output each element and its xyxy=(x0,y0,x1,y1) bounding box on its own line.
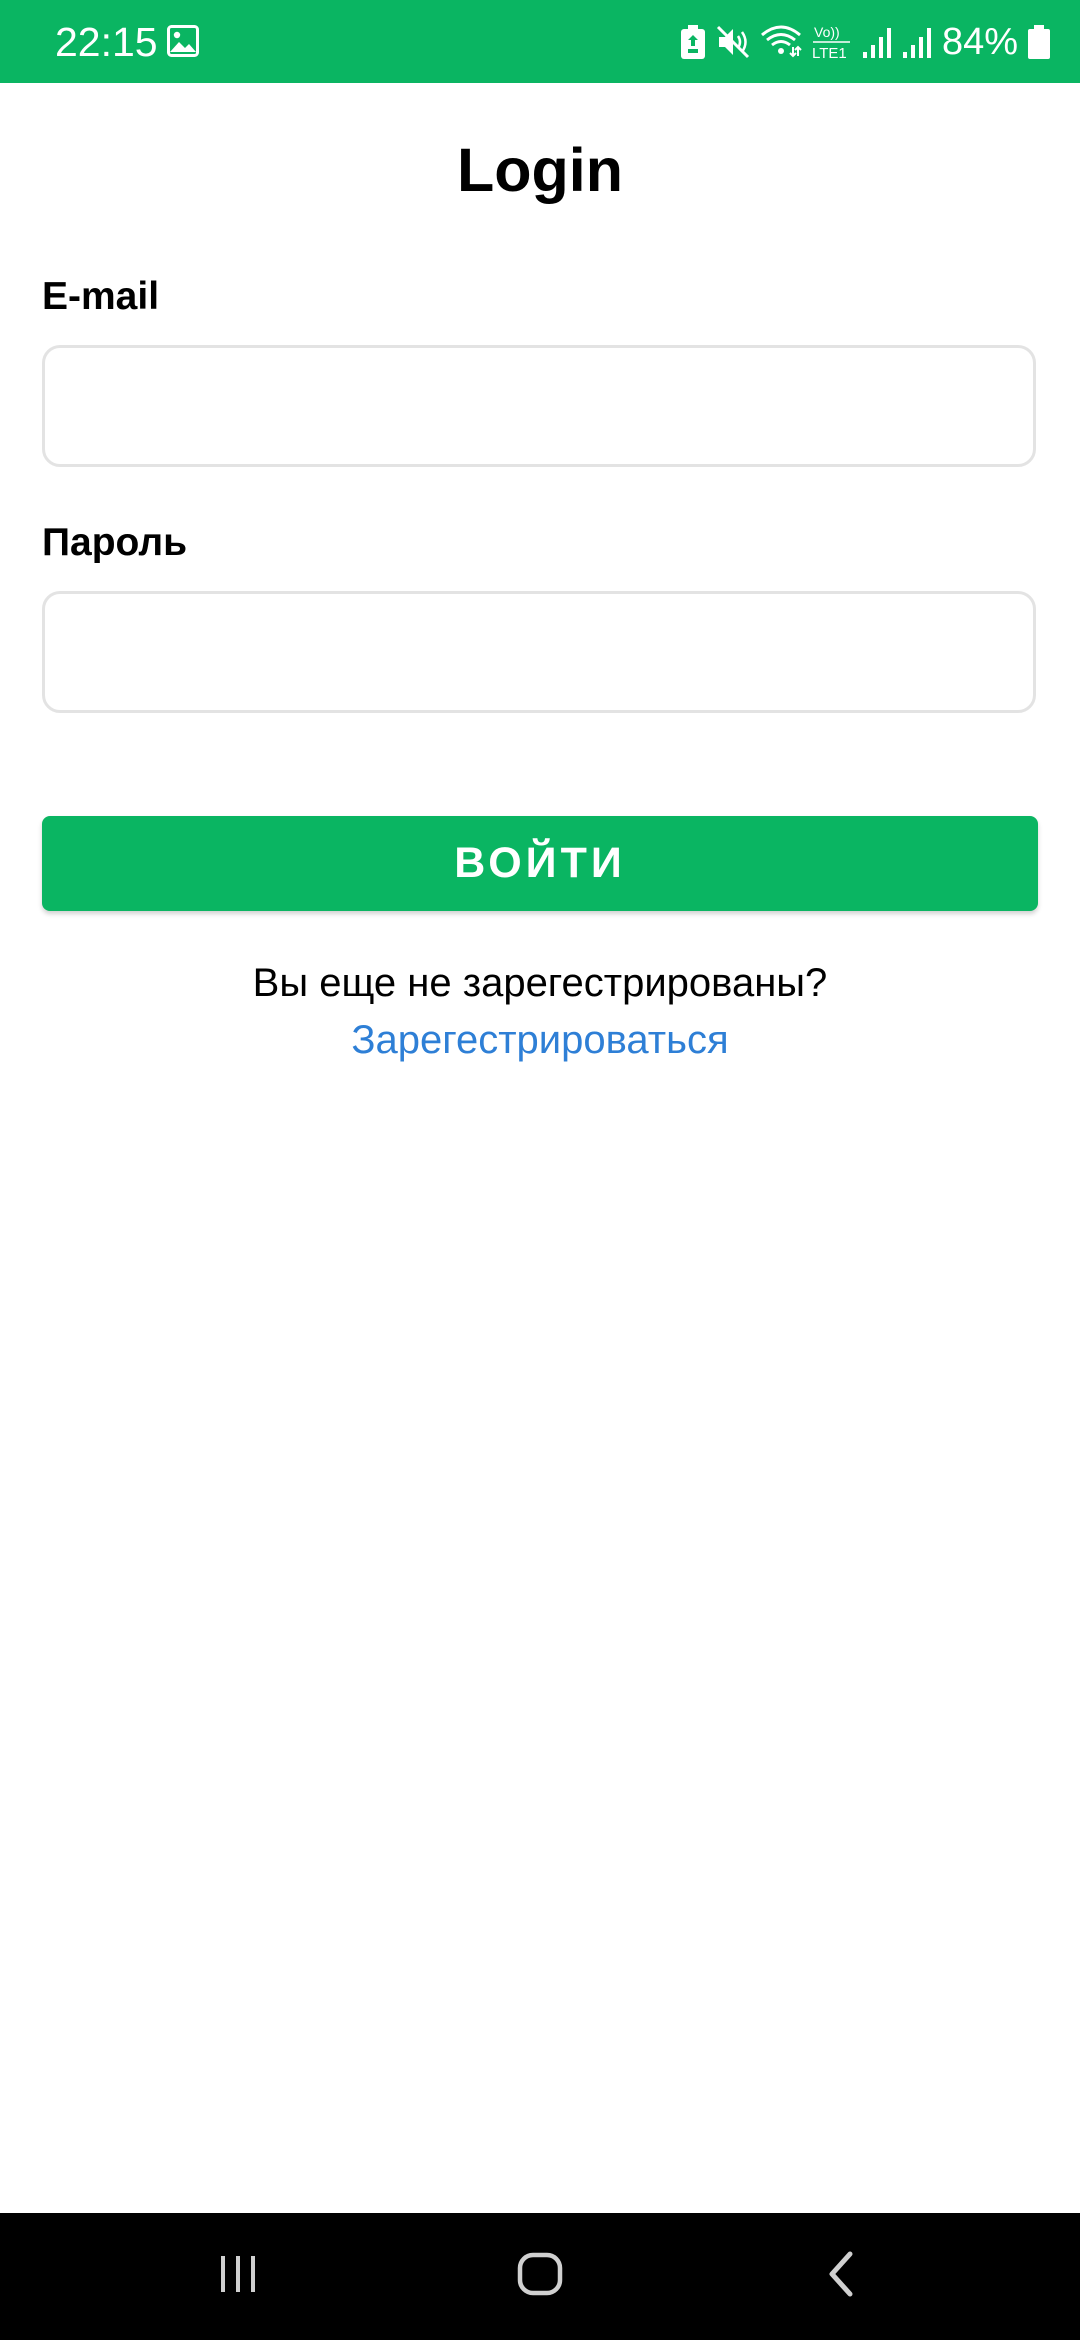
status-time: 22:15 xyxy=(55,19,158,65)
register-link[interactable]: Зарегестрироваться xyxy=(0,1012,1080,1068)
svg-text:Vo)): Vo)) xyxy=(814,24,840,40)
register-question: Вы еще не зарегестрированы? xyxy=(252,961,828,1005)
home-button[interactable] xyxy=(480,2213,600,2340)
back-button[interactable] xyxy=(782,2213,902,2340)
navigation-bar xyxy=(0,2213,1080,2340)
wifi-icon xyxy=(760,25,802,59)
email-label: E-mail xyxy=(42,275,160,318)
login-button[interactable]: ВОЙТИ xyxy=(42,816,1038,911)
battery-percent: 84% xyxy=(941,21,1018,63)
volte-icon: Vo)) LTE1 xyxy=(812,22,852,62)
svg-text:LTE1: LTE1 xyxy=(812,45,847,62)
status-bar: 22:15 Vo)) LTE1 84% xyxy=(0,0,1080,83)
home-icon xyxy=(516,2250,564,2303)
page-title: Login xyxy=(457,136,623,204)
mute-icon xyxy=(716,25,750,59)
signal-icon-2 xyxy=(902,25,932,59)
signal-icon xyxy=(862,25,892,59)
login-screen: 22:15 Vo)) LTE1 84% Login E-mail Пароль … xyxy=(0,0,1080,2340)
recents-icon xyxy=(217,2253,259,2300)
status-icons: Vo)) LTE1 84% xyxy=(680,14,1050,70)
back-icon xyxy=(822,2250,862,2303)
battery-icon xyxy=(1028,25,1050,59)
email-field[interactable] xyxy=(42,345,1036,467)
battery-saver-icon xyxy=(680,25,706,59)
recents-button[interactable] xyxy=(178,2213,298,2340)
password-label: Пароль xyxy=(42,521,188,564)
gallery-icon xyxy=(167,25,199,57)
password-field[interactable] xyxy=(42,591,1036,713)
